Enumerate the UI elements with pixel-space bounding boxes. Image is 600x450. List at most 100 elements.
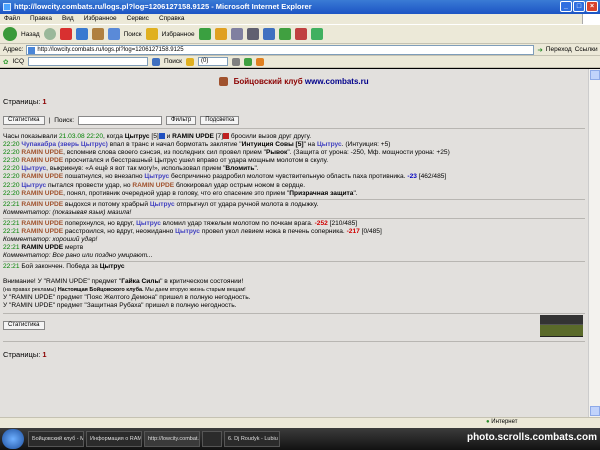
counter-select[interactable]: (0) (198, 57, 229, 66)
pages-label: Страницы: (3, 350, 41, 359)
refresh-icon[interactable] (75, 28, 88, 40)
download-icon[interactable] (244, 57, 253, 66)
stop-icon[interactable] (59, 28, 72, 40)
highlight-button[interactable]: Подсветка (200, 116, 240, 125)
back-arrow-icon[interactable] (3, 27, 17, 41)
club-logo-icon (219, 77, 229, 87)
menu-file[interactable]: Файл (4, 14, 20, 24)
search-button[interactable]: Поиск (124, 31, 142, 38)
task-button[interactable]: 6. Dj Roudyk - Lubiu A... (224, 431, 280, 447)
icq-flower-icon: ✿ (3, 58, 9, 66)
window-title: http://lowcity.combats.ru/logs.pl?log=12… (14, 2, 312, 11)
favorites-button[interactable]: Избранное (162, 31, 195, 38)
log-line: 22:20 RAMIN UPDE, понял, противник очере… (3, 189, 358, 197)
toolbar: Назад Поиск Избранное (0, 24, 600, 44)
search-icon[interactable] (107, 28, 120, 40)
page-icon (28, 46, 36, 54)
mail-icon[interactable] (230, 28, 243, 40)
links-button[interactable]: Ссылки (575, 46, 598, 53)
log-line: 22:21 RAMIN UPDE расстроился, но вдруг, … (3, 228, 382, 236)
stats-button-bottom[interactable]: Статистика (3, 321, 45, 330)
go-button[interactable]: Переход (546, 46, 572, 53)
pages-top: Страницы: 1 (3, 97, 47, 106)
edit-icon[interactable] (262, 28, 275, 40)
address-input[interactable]: http://lowcity.combats.ru/logs.pl?log=12… (26, 44, 535, 55)
links-toolbar: ✿ ICQ Поиск (0) (0, 56, 600, 68)
address-bar: Адрес: http://lowcity.combats.ru/logs.pl… (0, 44, 600, 56)
pages-label: Страницы: (3, 97, 41, 106)
vertical-scrollbar[interactable] (588, 69, 600, 417)
task-button[interactable] (202, 431, 222, 447)
battle-log: Часы показывали 21.03.08 22:20, когда Цы… (3, 133, 585, 310)
club-header: Бойцовский клуб www.combats.ru (0, 77, 588, 87)
commentator-line: Комментатор: хороший удар! (3, 236, 98, 244)
search-label: Поиск: (54, 117, 75, 124)
log-line: 22:21 Бой закончен. Победа за Цытрус (3, 263, 125, 271)
home-icon[interactable] (91, 28, 104, 40)
page-number-link[interactable]: 1 (42, 350, 46, 359)
divider (3, 198, 585, 200)
stats-button[interactable]: Статистика (3, 116, 45, 125)
log-toolbar: Статистика | Поиск: Фильтр Подсветка (3, 116, 240, 125)
log-search-input[interactable] (78, 116, 163, 125)
task-button[interactable]: Информация о RAMIN... (86, 431, 142, 447)
log-line: 22:21 RAMIN UPDE выдохся и потому храбры… (3, 200, 319, 208)
watermark: photo.scrolls.combats.com (466, 432, 597, 443)
window-titlebar: http://lowcity.combats.ru/logs.pl?log=12… (0, 0, 600, 14)
settings-icon[interactable] (232, 57, 241, 66)
filter-button[interactable]: Фильтр (166, 116, 197, 125)
task-button[interactable]: Бойцовский клуб - Mi... (28, 431, 84, 447)
club-site-link[interactable]: www.combats.ru (305, 77, 369, 86)
print-icon[interactable] (246, 28, 259, 40)
pages-bottom: Страницы: 1 (3, 350, 47, 359)
search-small-icon[interactable] (152, 57, 161, 66)
messenger-icon[interactable] (278, 28, 291, 40)
forward-arrow-icon[interactable] (43, 28, 56, 40)
divider (3, 217, 585, 219)
media-icon[interactable] (198, 28, 211, 40)
scroll-down-arrow-icon[interactable] (590, 406, 600, 416)
history-icon[interactable] (214, 28, 227, 40)
menu-view[interactable]: Вид (62, 14, 74, 24)
minimize-button[interactable]: _ (560, 1, 572, 12)
page-number-link[interactable]: 1 (42, 97, 46, 106)
ad-line: (на правах рекламы) Настоящая Бойцовског… (3, 286, 246, 293)
linksbar-search-button[interactable]: Поиск (164, 58, 182, 65)
icq-search-input[interactable] (28, 57, 149, 66)
page-content: Бойцовский клуб www.combats.ru Страницы:… (0, 69, 588, 417)
scroll-up-arrow-icon[interactable] (590, 70, 600, 80)
folder-icon[interactable] (186, 57, 195, 66)
log-line: 22:20 RAMIN UPDE просчитался и бесстрашн… (3, 157, 329, 165)
notice-line: У "RAMIN UPDE" предмет "Пояс Желтого Дем… (3, 293, 251, 301)
divider (3, 128, 585, 129)
plugin-icon[interactable] (310, 28, 323, 40)
close-button[interactable]: × (586, 1, 598, 12)
globe-icon: ● (486, 419, 490, 425)
log-line: 22:20 Цытрус пытался провести удар, но R… (3, 181, 306, 189)
log-line: 22:20 Чупакабра (зверь Цытрус) впал в тр… (3, 141, 391, 149)
separator: | (48, 117, 51, 124)
divider (3, 313, 585, 314)
favorites-star-icon[interactable] (145, 28, 158, 40)
info-icon (158, 133, 165, 140)
club-title: Бойцовский клуб (233, 77, 303, 86)
menu-edit[interactable]: Правка (30, 14, 52, 24)
windows-logo-icon (582, 14, 600, 24)
menu-bar: Файл Правка Вид Избранное Сервис Справка (0, 14, 600, 24)
back-button[interactable]: Назад (21, 31, 40, 38)
menu-favorites[interactable]: Избранное (84, 14, 117, 24)
icq-label[interactable]: ICQ (12, 58, 24, 65)
maximize-button[interactable]: □ (573, 1, 585, 12)
notice-line: У "RAMIN UPDE" предмет "Защитная Рубаха"… (3, 301, 237, 309)
menu-tools[interactable]: Сервис (127, 14, 149, 24)
start-button[interactable] (2, 429, 24, 449)
menu-help[interactable]: Справка (159, 14, 185, 24)
commentator-line: Комментатор: (показывая язык) мазила! (3, 208, 132, 216)
highlight-icon[interactable] (256, 57, 265, 66)
task-button[interactable]: http://lowcity.combat... (144, 431, 200, 447)
counter-badge-image (540, 315, 583, 337)
log-line: Часы показывали 21.03.08 22:20, когда Цы… (3, 133, 312, 140)
address-label: Адрес: (3, 46, 24, 53)
research-icon[interactable] (294, 28, 307, 40)
go-arrow-icon[interactable]: ➜ (537, 46, 542, 54)
